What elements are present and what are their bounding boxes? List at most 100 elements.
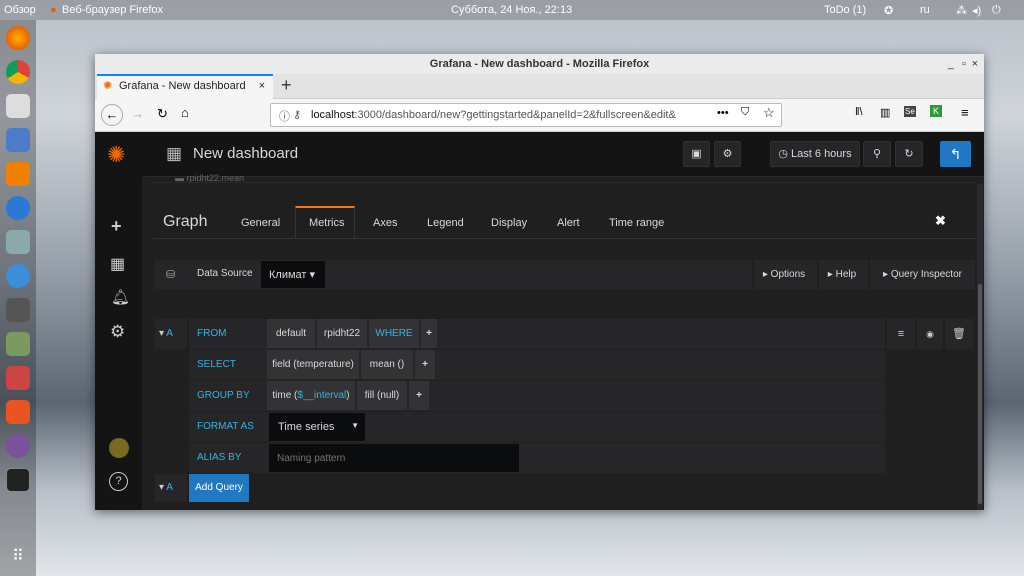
home-button[interactable]: ⌂: [181, 105, 189, 120]
close-editor-icon[interactable]: ✖: [935, 213, 946, 229]
library-icon[interactable]: ‖\: [855, 106, 863, 118]
language-indicator[interactable]: ru: [920, 4, 930, 16]
format-as-value: Time series: [278, 421, 335, 433]
query-inspector-button[interactable]: ▸ Query Inspector: [868, 260, 975, 289]
close-window-button[interactable]: ×: [972, 54, 978, 74]
configuration-gear-icon[interactable]: ⚙: [110, 322, 125, 342]
info-icon[interactable]: ⓘ: [279, 108, 290, 124]
query-menu-icon[interactable]: ≡: [887, 319, 915, 349]
app-menu[interactable]: Веб-браузер Firefox: [62, 4, 163, 16]
alias-input[interactable]: [269, 444, 519, 472]
help-icon[interactable]: ?: [109, 472, 128, 491]
scrollbar[interactable]: [977, 184, 983, 510]
navigation-bar: ← → ↻ ⌂ ⓘ ⚷ localhost:3000/dashboard/new…: [95, 99, 984, 132]
measurement: rpidht22: [323, 328, 361, 339]
browser-tab[interactable]: ✺ Grafana - New dashboard ×: [97, 74, 273, 99]
accessibility-icon[interactable]: ✪: [884, 4, 893, 17]
network-icon[interactable]: ⁂: [956, 4, 967, 17]
retention-policy: default: [275, 328, 307, 339]
tab-axes[interactable]: Axes: [373, 217, 397, 229]
activities-button[interactable]: Обзор: [4, 4, 36, 16]
add-query-button[interactable]: Add Query: [189, 474, 249, 502]
power-icon[interactable]: ⏻: [992, 4, 1001, 17]
help-button[interactable]: ▸ Help: [817, 260, 865, 289]
map-icon[interactable]: [6, 332, 30, 356]
files-icon[interactable]: [6, 128, 30, 152]
todo-indicator[interactable]: ToDo (1): [824, 4, 866, 16]
datasource-select[interactable]: Климат ▾: [261, 261, 325, 288]
add-select-button[interactable]: +: [415, 350, 435, 379]
refresh-button[interactable]: ↻: [895, 141, 923, 167]
tab-display[interactable]: Display: [491, 217, 527, 229]
reload-button[interactable]: ↻: [157, 106, 168, 122]
where-segment[interactable]: WHERE: [369, 319, 419, 348]
user-avatar[interactable]: [109, 438, 129, 458]
new-tab-button[interactable]: +: [281, 75, 292, 96]
fill-value: fill (null): [364, 390, 400, 401]
mean-function-segment[interactable]: mean (): [361, 350, 413, 379]
zoom-out-button[interactable]: ⚲: [863, 141, 891, 167]
calculator-icon[interactable]: [6, 298, 30, 322]
installer-icon[interactable]: [6, 366, 30, 390]
extension-icon[interactable]: Se: [904, 106, 916, 117]
url-bar[interactable]: ⓘ ⚷ localhost:3000/dashboard/new?getting…: [270, 103, 782, 127]
clock-icon: ◷: [778, 148, 792, 160]
time-interval-segment[interactable]: time ($__interval): [267, 381, 355, 410]
weather-icon[interactable]: [6, 264, 30, 288]
tab-general[interactable]: General: [241, 217, 280, 229]
caret-down-icon: ▼: [351, 421, 359, 430]
software-center-icon[interactable]: [6, 400, 30, 424]
page-actions-icon[interactable]: •••: [717, 107, 729, 119]
close-tab-icon[interactable]: ×: [259, 80, 265, 92]
toggle-visibility-eye-icon[interactable]: ◉: [917, 319, 943, 349]
options-button[interactable]: ▸ Options: [752, 260, 814, 289]
grafana-logo-icon[interactable]: ✺: [107, 142, 125, 168]
query-collapse-toggle[interactable]: ▾ A: [155, 319, 187, 349]
chrome-icon[interactable]: [6, 60, 30, 84]
alerting-bell-icon[interactable]: 🔔︎: [111, 288, 130, 306]
sidebar-icon[interactable]: ▥: [880, 106, 890, 119]
tab-legend[interactable]: Legend: [427, 217, 464, 229]
extension-k-icon[interactable]: K: [930, 105, 943, 117]
simplenote-icon[interactable]: [6, 196, 30, 220]
tab-time-range[interactable]: Time range: [609, 217, 664, 229]
maximize-button[interactable]: ▫: [962, 54, 966, 74]
bookmark-star-icon[interactable]: ☆: [763, 105, 775, 121]
viber-icon[interactable]: [6, 434, 30, 458]
add-group-by-button[interactable]: +: [409, 381, 429, 410]
format-as-select[interactable]: Time series ▼: [269, 413, 365, 441]
vlc-icon[interactable]: [6, 162, 30, 186]
tab-alert[interactable]: Alert: [557, 217, 580, 229]
back-to-dashboard-button[interactable]: ↰: [940, 141, 971, 167]
tools-icon[interactable]: [6, 230, 30, 254]
retention-policy-segment[interactable]: default: [267, 319, 315, 348]
create-icon[interactable]: +: [111, 216, 122, 237]
clock[interactable]: Суббота, 24 Ноя., 22:13: [451, 4, 572, 16]
save-dashboard-button[interactable]: ▣: [683, 141, 710, 167]
menu-icon[interactable]: ≡: [961, 105, 969, 120]
terminal-icon[interactable]: [6, 468, 30, 492]
minimize-button[interactable]: _: [948, 54, 954, 74]
dashboards-icon[interactable]: ▦: [110, 254, 125, 274]
dashboard-settings-button[interactable]: ⚙: [714, 141, 741, 167]
field-segment[interactable]: field (temperature): [267, 350, 359, 379]
scrollbar-thumb[interactable]: [978, 284, 982, 504]
query-ref-id: A: [166, 328, 173, 339]
app-icon[interactable]: [6, 94, 30, 118]
measurement-segment[interactable]: rpidht22: [317, 319, 367, 348]
function-value: mean (): [369, 359, 405, 370]
dashboard-title[interactable]: New dashboard: [193, 145, 298, 162]
pocket-icon[interactable]: ⛉: [741, 106, 749, 119]
add-where-button[interactable]: +: [421, 319, 437, 348]
apps-grid-icon[interactable]: ⠿: [6, 546, 30, 570]
back-button[interactable]: ←: [101, 104, 123, 126]
forward-button[interactable]: →: [131, 106, 144, 121]
tab-metrics[interactable]: Metrics: [295, 206, 355, 239]
fill-segment[interactable]: fill (null): [357, 381, 407, 410]
plus-icon: +: [426, 328, 432, 339]
delete-query-trash-icon[interactable]: 🗑︎: [945, 319, 973, 349]
tabs-divider: [153, 238, 976, 239]
volume-icon[interactable]: ◂): [972, 4, 981, 17]
firefox-icon[interactable]: [6, 26, 30, 50]
time-picker-button[interactable]: ◷ Last 6 hours: [770, 141, 860, 167]
